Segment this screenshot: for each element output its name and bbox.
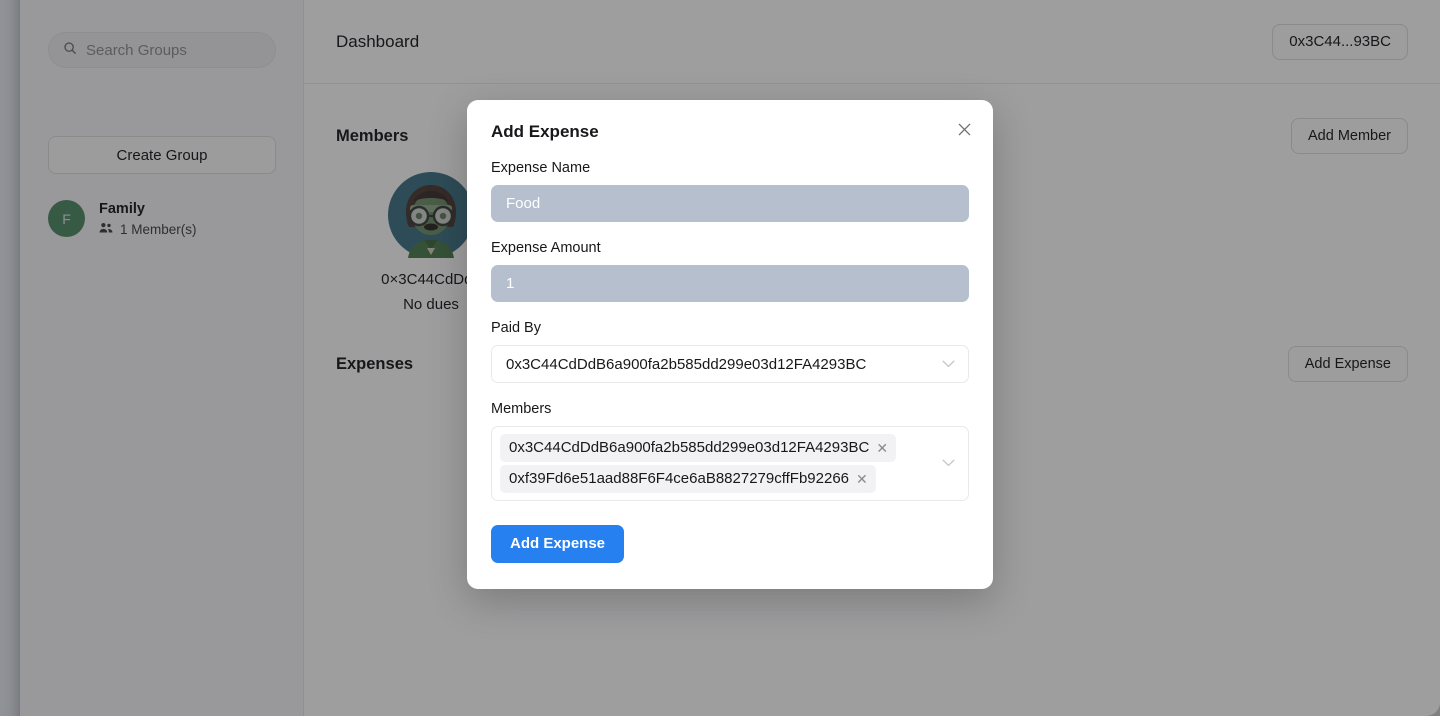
member-chip-label: 0x3C44CdDdB6a900fa2b585dd299e03d12FA4293… <box>509 439 870 456</box>
close-icon[interactable] <box>953 118 975 140</box>
paid-by-select-wrap: 0x3C44CdDdB6a900fa2b585dd299e03d12FA4293… <box>491 345 969 383</box>
close-small-icon[interactable]: ✕ <box>876 441 888 455</box>
expense-amount-label: Expense Amount <box>491 240 601 256</box>
members-select-wrap: 0x3C44CdDdB6a900fa2b585dd299e03d12FA4293… <box>491 426 969 501</box>
expense-name-field-block: Expense Name <box>491 160 969 222</box>
members-label: Members <box>491 401 552 417</box>
expense-amount-input[interactable] <box>491 265 969 302</box>
expense-name-input[interactable] <box>491 185 969 222</box>
paid-by-label: Paid By <box>491 320 541 336</box>
member-chip[interactable]: 0xf39Fd6e51aad88F6F4ce6aB8827279cffFb922… <box>500 464 876 493</box>
member-chip-label: 0xf39Fd6e51aad88F6F4ce6aB8827279cffFb922… <box>509 469 849 487</box>
submit-add-expense-button[interactable]: Add Expense <box>491 524 625 563</box>
expense-name-label: Expense Name <box>491 160 591 176</box>
paid-by-select[interactable]: 0x3C44CdDdB6a900fa2b585dd299e03d12FA4293… <box>491 345 969 383</box>
member-chip[interactable]: 0x3C44CdDdB6a900fa2b585dd299e03d12FA4293… <box>500 434 897 462</box>
expense-amount-field-block: Expense Amount <box>491 240 969 302</box>
add-expense-modal: Add Expense Expense Name Expense Amount … <box>467 100 993 589</box>
close-small-icon[interactable]: ✕ <box>856 472 868 486</box>
paid-by-field-block: Paid By 0x3C44CdDdB6a900fa2b585dd299e03d… <box>491 320 969 383</box>
modal-title: Add Expense <box>491 122 599 141</box>
members-multiselect[interactable]: 0x3C44CdDdB6a900fa2b585dd299e03d12FA4293… <box>491 426 969 501</box>
members-field-block: Members 0x3C44CdDdB6a900fa2b585dd299e03d… <box>491 401 969 501</box>
